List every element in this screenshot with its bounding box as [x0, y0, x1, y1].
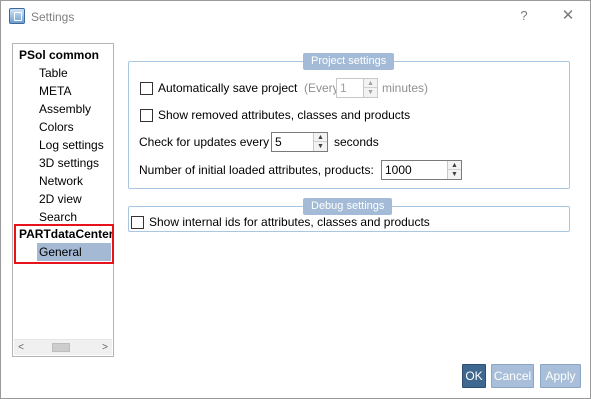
- settings-dialog: Settings ? ✕ PSol common Table META Asse…: [0, 0, 591, 399]
- close-button[interactable]: ✕: [559, 7, 577, 25]
- tree-item-3d-settings[interactable]: 3D settings: [39, 154, 99, 172]
- show-removed-label: Show removed attributes, classes and pro…: [158, 108, 411, 122]
- settings-tree: PSol common Table META Assembly Colors L…: [12, 43, 114, 357]
- red-highlight-box: [14, 224, 114, 264]
- spin-up-icon[interactable]: ▲: [364, 79, 377, 88]
- app-icon: [9, 8, 25, 24]
- tree-item-table[interactable]: Table: [39, 64, 68, 82]
- show-removed-checkbox[interactable]: [140, 109, 153, 122]
- help-button[interactable]: ?: [517, 8, 531, 24]
- show-internal-ids-checkbox[interactable]: [131, 216, 144, 229]
- initial-loaded-spinbox[interactable]: 1000 ▲ ▼: [381, 160, 462, 180]
- debug-settings-title: Debug settings: [303, 198, 393, 215]
- ok-button[interactable]: OK: [462, 364, 486, 388]
- title-bar: Settings ? ✕: [1, 1, 590, 33]
- cancel-button[interactable]: Cancel: [491, 364, 534, 388]
- auto-save-label: Automatically save project: [158, 81, 298, 95]
- spin-buttons: ▲ ▼: [363, 79, 377, 97]
- check-updates-spinbox[interactable]: 5 ▲ ▼: [271, 132, 328, 152]
- horizontal-scrollbar[interactable]: < >: [14, 339, 112, 355]
- apply-button[interactable]: Apply: [540, 364, 581, 388]
- spin-buttons: ▲ ▼: [447, 161, 461, 179]
- tree-item-log-settings[interactable]: Log settings: [39, 136, 104, 154]
- auto-save-minutes-value: 1: [340, 81, 347, 95]
- tree-item-psol-common[interactable]: PSol common: [19, 46, 99, 64]
- every-suffix-label: minutes): [382, 81, 429, 95]
- spin-down-icon[interactable]: ▼: [364, 88, 377, 97]
- tree-item-2d-view[interactable]: 2D view: [39, 190, 82, 208]
- window-title: Settings: [31, 10, 75, 24]
- auto-save-checkbox[interactable]: [140, 82, 153, 95]
- spin-up-icon[interactable]: ▲: [314, 133, 327, 142]
- initial-loaded-value: 1000: [385, 163, 412, 177]
- project-settings-title: Project settings: [303, 53, 395, 70]
- spin-buttons: ▲ ▼: [313, 133, 327, 151]
- tree-item-network[interactable]: Network: [39, 172, 83, 190]
- spin-down-icon[interactable]: ▼: [448, 170, 461, 179]
- tree-item-assembly[interactable]: Assembly: [39, 100, 91, 118]
- tree-item-colors[interactable]: Colors: [39, 118, 74, 136]
- initial-loaded-label: Number of initial loaded attributes, pro…: [139, 163, 374, 177]
- check-updates-label: Check for updates every: [139, 135, 270, 149]
- scroll-left-icon[interactable]: <: [14, 340, 28, 356]
- tree-item-meta[interactable]: META: [39, 82, 71, 100]
- check-updates-unit: seconds: [334, 135, 379, 149]
- show-internal-ids-label: Show internal ids for attributes, classe…: [149, 215, 430, 229]
- every-prefix-label: (Every: [304, 81, 339, 95]
- spin-down-icon[interactable]: ▼: [314, 142, 327, 151]
- scroll-right-icon[interactable]: >: [98, 340, 112, 356]
- scrollbar-thumb[interactable]: [52, 343, 70, 352]
- check-updates-value: 5: [275, 135, 282, 149]
- spin-up-icon[interactable]: ▲: [448, 161, 461, 170]
- auto-save-minutes-spinbox[interactable]: 1 ▲ ▼: [336, 78, 378, 98]
